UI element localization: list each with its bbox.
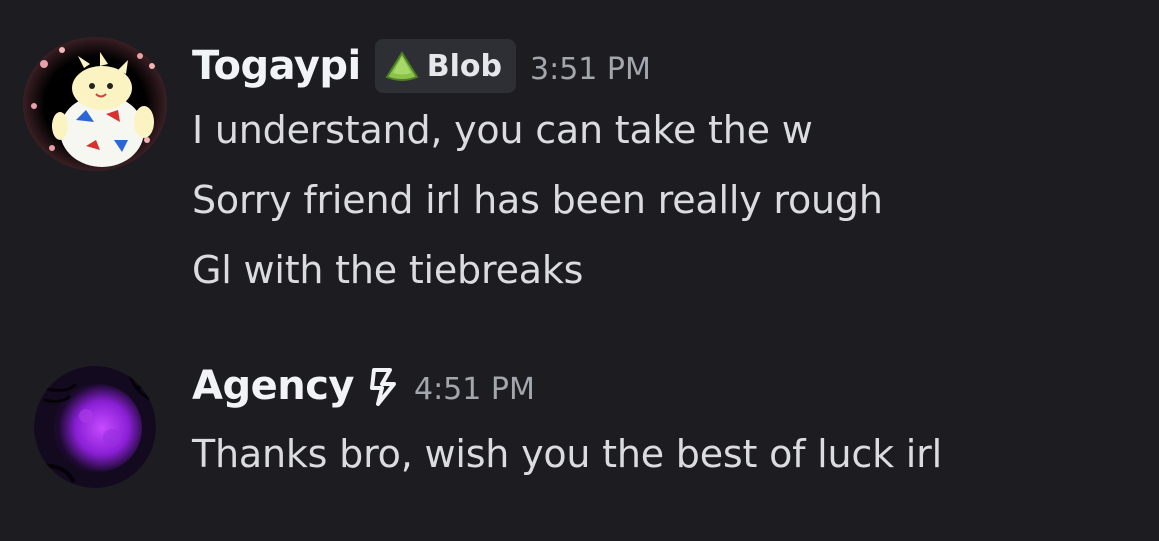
message-header: Togaypi Blob 3:51 PM bbox=[192, 36, 651, 96]
username[interactable]: Agency bbox=[192, 363, 354, 409]
message-text: I understand, you can take the w bbox=[192, 108, 813, 152]
avatar[interactable] bbox=[22, 36, 168, 172]
message-text: Gl with the tiebreaks bbox=[192, 248, 584, 292]
message-text: Sorry friend irl has been really rough bbox=[192, 178, 883, 222]
message-text: Thanks bro, wish you the best of luck ir… bbox=[192, 432, 942, 476]
chat-log: Togaypi Blob 3:51 PM I understand, you c… bbox=[0, 0, 1159, 541]
timestamp[interactable]: 4:51 PM bbox=[414, 372, 535, 407]
lightning-bolt-icon bbox=[369, 368, 396, 406]
togepi-avatar-icon bbox=[23, 37, 167, 171]
message-header: Agency 4:51 PM bbox=[192, 356, 535, 416]
username[interactable]: Togaypi bbox=[192, 43, 361, 89]
timestamp[interactable]: 3:51 PM bbox=[530, 52, 651, 87]
avatar[interactable] bbox=[34, 366, 156, 488]
role-tag-label: Blob bbox=[426, 48, 502, 84]
green-slime-icon bbox=[385, 51, 419, 81]
role-tag[interactable]: Blob bbox=[374, 39, 516, 93]
purple-moon-avatar-icon bbox=[34, 366, 156, 488]
